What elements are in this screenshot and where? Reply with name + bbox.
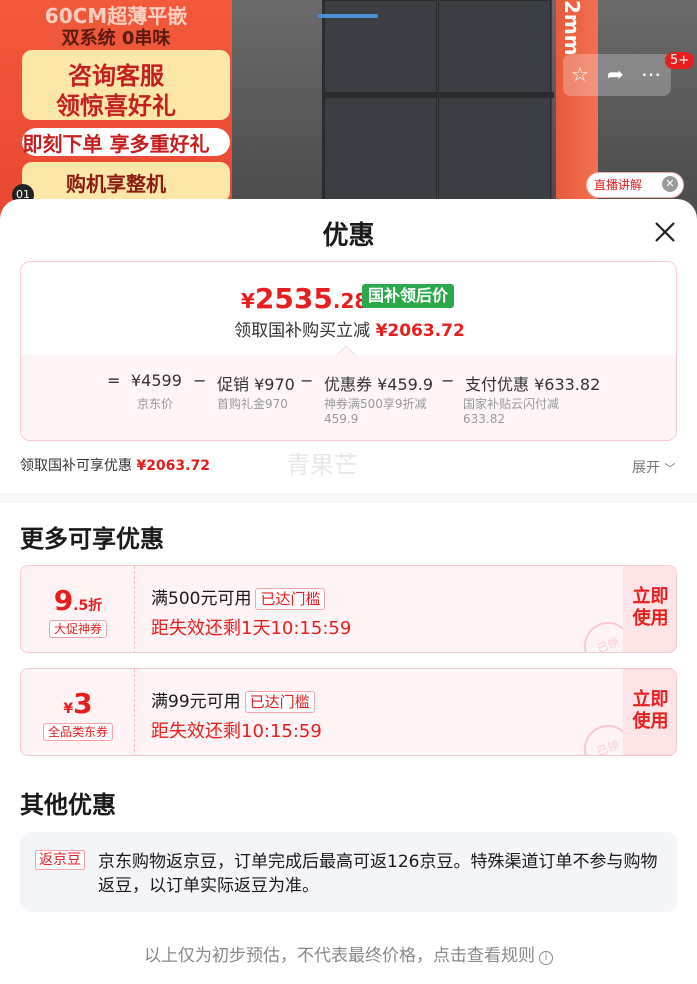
fridge-split [324, 92, 554, 98]
coupon-condition-text: 满500元可用 [151, 589, 252, 609]
gov-line-label: 领取国补可享优惠 [20, 458, 132, 474]
use-now-label: 使用 [632, 711, 669, 732]
fridge-door [324, 0, 437, 230]
top-actions: ☆ ➦ ⋯ [563, 54, 671, 96]
gov-line-amount: ¥2063.72 [136, 458, 210, 474]
sheet-title: 优惠 [322, 221, 375, 251]
minus-sign: − [441, 371, 455, 390]
rules-note: 以上仅为初步预估，不代表最终价格，点击查看规则 [144, 946, 535, 966]
coupon-value-small: ¥ [63, 701, 74, 717]
subsidy-line: 领取国补购买立减 ¥2063.72 [21, 316, 676, 341]
promo-line: 购机享整机 [66, 172, 166, 196]
threshold-badge: 已达门槛 [244, 691, 315, 713]
live-label[interactable]: 直播讲解 [594, 176, 642, 193]
info-icon: i [539, 951, 553, 965]
coupon-value-small: .5折 [73, 598, 103, 614]
coupon-kind: 大促神券 [49, 620, 108, 638]
price-integer: 2535 [254, 282, 333, 315]
section-divider [0, 493, 697, 503]
promo-label: 首购礼金970 [217, 397, 288, 411]
coupon-timer: 距失效还剩1天10:15:59 [151, 618, 352, 639]
payment-label: 国家补贴云闪付减 633.82 [463, 397, 559, 427]
expand-button[interactable]: 展开 ﹀ [632, 457, 675, 477]
final-price: ¥2535.28 [241, 282, 368, 315]
coupon-value-big: 9 [53, 584, 74, 617]
coupon-value: 9.5折 [21, 584, 135, 617]
coupon-condition-text: 满99元可用 [151, 692, 241, 712]
star-icon[interactable]: ☆ [571, 62, 589, 86]
coupon-info: 满99元可用 已达门槛 距失效还剩10:15:59 [151, 687, 322, 743]
share-icon[interactable]: ➦ [607, 62, 624, 86]
coupon-timer: 距失效还剩10:15:59 [151, 721, 322, 742]
coupon-info: 满500元可用 已达门槛 距失效还剩1天10:15:59 [151, 584, 351, 640]
coupon-value-area: ¥3 全品类东券 [21, 669, 135, 755]
more-discounts-title: 更多可享优惠 [20, 525, 164, 553]
promo-amount: 促销 ¥970 [217, 375, 295, 394]
promo-line: 领惊喜好礼 [56, 92, 176, 120]
equals-sign: = [107, 371, 121, 390]
promo-line: 双系统 0串味 [61, 28, 171, 49]
coupon-label-line: 神券满500享9折减 [324, 397, 427, 411]
use-now-label: 立即 [632, 586, 669, 607]
use-now-button[interactable]: 立即 使用 [623, 566, 676, 652]
coupon-amount: 优惠券 ¥459.9 [324, 375, 434, 394]
payment-amount: 支付优惠 ¥633.82 [465, 375, 601, 394]
product-image-area: 60CM超薄平嵌 双系统 0串味 咨询客服 领惊喜好礼 即刻下单 享多重好礼 购… [0, 0, 697, 230]
fridge-door [438, 0, 551, 230]
more-icon[interactable]: ⋯ [641, 62, 661, 86]
threshold-badge: 已达门槛 [255, 588, 326, 610]
price-card: ¥2535.28 国补领后价 领取国补购买立减 ¥2063.72 = ¥4599… [20, 261, 677, 441]
discount-sheet: 优惠 ¥2535.28 国补领后价 领取国补购买立减 ¥2063.72 = ¥4… [0, 199, 697, 984]
gov-subsidy-badge: 国补领后价 [362, 284, 455, 308]
promo-line: 即刻下单 享多重好礼 [22, 132, 210, 156]
fridge-image [322, 0, 554, 230]
drag-handle[interactable] [318, 14, 378, 18]
coupon-kind: 全品类东券 [43, 723, 114, 741]
coupon-card: 9.5折 大促神券 满500元可用 已达门槛 距失效还剩1天10:15:59 已领… [20, 565, 677, 653]
price-breakdown: = ¥4599 京东价 − 促销 ¥970 首购礼金970 − 优惠券 ¥459… [21, 355, 676, 440]
side-banner-text: 2mm [560, 0, 584, 56]
payment-label-line: 国家补贴云闪付减 [463, 397, 560, 411]
use-now-label: 立即 [632, 689, 669, 710]
jd-bean-tag: 返京豆 [35, 850, 85, 870]
payment-label-line: 633.82 [463, 412, 505, 426]
price-summary: ¥2535.28 国补领后价 领取国补购买立减 ¥2063.72 [21, 262, 676, 357]
rules-link[interactable]: 以上仅为初步预估，不代表最终价格，点击查看规则 i [0, 941, 697, 966]
jd-bean-text: 京东购物返京豆，订单完成后最高可返126京豆。特殊渠道订单不参与购物返豆，以订单… [98, 852, 658, 896]
use-now-label: 使用 [632, 608, 669, 629]
promo-banner: 60CM超薄平嵌 双系统 0串味 咨询客服 领惊喜好礼 即刻下单 享多重好礼 购… [0, 0, 232, 230]
subsidy-label: 领取国补购买立减 [234, 321, 371, 341]
cart-badge: 5+ [665, 52, 695, 69]
other-discounts-title: 其他优惠 [20, 791, 116, 819]
coupon-label-line: 459.9 [324, 412, 359, 426]
close-icon[interactable]: ✕ [662, 176, 678, 192]
price-yen: ¥ [241, 289, 255, 313]
coupon-value: ¥3 [21, 687, 135, 720]
coupon-card: ¥3 全品类东券 满99元可用 已达门槛 距失效还剩10:15:59 已领 立即 … [20, 668, 677, 756]
expand-label: 展开 [632, 460, 660, 476]
jd-price-label: 京东价 [137, 397, 174, 411]
coupon-value-area: 9.5折 大促神券 [21, 566, 135, 652]
jd-price: ¥4599 [131, 371, 182, 390]
watermark: 青果芒 [286, 451, 358, 479]
chevron-down-icon: ﹀ [664, 462, 676, 475]
minus-sign: − [300, 371, 314, 390]
minus-sign: − [193, 371, 207, 390]
coupon-condition: 满500元可用 已达门槛 [151, 584, 351, 610]
coupon-label: 神券满500享9折减 459.9 [324, 397, 427, 427]
jd-bean-box: 返京豆 京东购物返京豆，订单完成后最高可返126京豆。特殊渠道订单不参与购物返豆… [20, 832, 677, 912]
subsidy-amount: ¥2063.72 [375, 321, 465, 341]
close-icon[interactable] [652, 219, 678, 245]
coupon-value-big: 3 [73, 687, 93, 720]
use-now-button[interactable]: 立即 使用 [623, 669, 676, 755]
gov-subsidy-line: 领取国补可享优惠 ¥2063.72 [20, 455, 210, 475]
coupon-condition: 满99元可用 已达门槛 [151, 687, 322, 713]
